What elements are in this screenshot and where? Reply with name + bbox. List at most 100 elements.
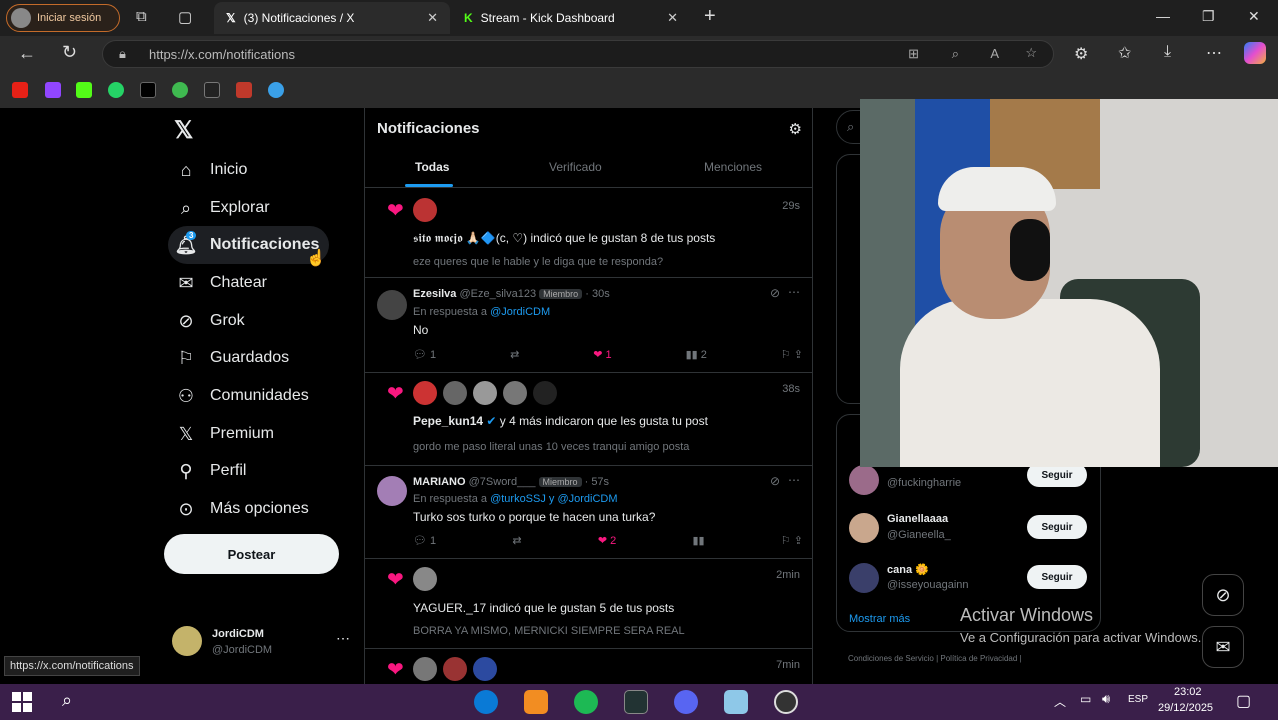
follow-button[interactable]: Seguir: [1027, 515, 1087, 539]
avatar[interactable]: [413, 198, 437, 222]
kick-icon[interactable]: [76, 82, 92, 98]
avatar[interactable]: [413, 381, 437, 405]
cloud-icon[interactable]: [268, 82, 284, 98]
back-icon[interactable]: ←: [18, 43, 36, 64]
list-item[interactable]: ❤ 2min YAGUER._17 indicó que le gustan 5…: [365, 559, 812, 649]
favorite-star-icon[interactable]: ☆: [1025, 45, 1037, 61]
refresh-icon[interactable]: ↻: [62, 42, 77, 63]
reply-button[interactable]: 💬︎ 1: [413, 534, 436, 547]
read-aloud-icon[interactable]: A: [990, 46, 999, 61]
avatar[interactable]: [533, 381, 557, 405]
more-icon[interactable]: ⋯: [788, 473, 800, 487]
avatar[interactable]: [503, 381, 527, 405]
bookmark-red-icon[interactable]: [236, 82, 252, 98]
list-item[interactable]: MARIANO @7Sword___ Miembro · 57s ⊘ ⋯ En …: [365, 466, 812, 559]
app-available-icon[interactable]: ⊞: [908, 46, 919, 62]
tab-kick-dashboard[interactable]: K Stream - Kick Dashboard ✕: [452, 2, 690, 34]
reply-mention[interactable]: @JordiCDM: [490, 306, 550, 318]
list-item[interactable]: Ezesilva @Eze_silva123 Miembro · 30s ⊘ ⋯…: [365, 278, 812, 373]
nav-inicio[interactable]: ⌂ Inicio: [168, 151, 257, 189]
more-icon[interactable]: ⋯: [1206, 43, 1222, 63]
bookmark-icon[interactable]: ⚐: [781, 535, 791, 547]
profile-button[interactable]: Iniciar sesión: [6, 4, 120, 32]
xsplit-icon[interactable]: [624, 690, 648, 714]
list-item[interactable]: ❤ 38s Pepe_kun14 ✔ y 4 más indicaron que…: [365, 373, 812, 466]
footer-link[interactable]: Condiciones de Servicio: [848, 654, 934, 663]
more-icon[interactable]: ⋯: [336, 630, 350, 647]
avatar[interactable]: [413, 657, 437, 681]
like-button[interactable]: ❤ 2: [598, 534, 616, 547]
nav-guardados[interactable]: ⚐ Guardados: [168, 339, 299, 377]
clock-time[interactable]: 23:02: [1174, 686, 1202, 698]
obs-icon[interactable]: [774, 690, 798, 714]
repost-button[interactable]: ⇄: [512, 534, 521, 547]
avatar[interactable]: [443, 657, 467, 681]
tab-verificado[interactable]: Verificado: [549, 160, 602, 174]
avatar[interactable]: [413, 567, 437, 591]
copilot-icon[interactable]: [1244, 42, 1266, 64]
nav-explorar[interactable]: ⌕ Explorar: [168, 189, 280, 227]
youtube-icon[interactable]: [12, 82, 28, 98]
share-icon[interactable]: ⇪: [794, 535, 803, 547]
avatar[interactable]: [377, 290, 407, 320]
list-item[interactable]: ❤ 29s 𝖘𝖎𝖙𝖔 𝖒𝖔𝖈𝖏𝖔 🙏🏻🔷(c, ♡) indicó que le…: [365, 188, 812, 278]
x-logo-icon[interactable]: 𝕏: [174, 116, 193, 145]
views-button[interactable]: ▮▮: [692, 534, 704, 547]
new-tab-icon[interactable]: +: [704, 5, 716, 28]
downloads-icon[interactable]: ⤓: [1164, 43, 1171, 61]
tab-todas[interactable]: Todas: [415, 160, 449, 174]
zoom-icon[interactable]: ⌕: [952, 46, 959, 62]
more-icon[interactable]: ⋯: [788, 285, 800, 299]
post-button[interactable]: Postear: [164, 534, 339, 574]
grok-icon[interactable]: ⊘: [770, 286, 780, 300]
discord-icon[interactable]: [674, 690, 698, 714]
windows-start-icon[interactable]: [12, 692, 32, 712]
whatsapp-icon[interactable]: [108, 82, 124, 98]
bookmark-green-icon[interactable]: [172, 82, 188, 98]
actor-name[interactable]: Pepe_kun14: [413, 414, 483, 428]
avatar[interactable]: [443, 381, 467, 405]
nav-perfil[interactable]: ⚲ Perfil: [168, 452, 256, 490]
language-indicator[interactable]: ESP: [1128, 694, 1148, 705]
nav-premium[interactable]: 𝕏 Premium: [168, 415, 284, 453]
address-bar[interactable]: 🔒︎ https://x.com/notifications ⊞ ⌕ A ☆: [102, 40, 1054, 68]
tray-chevron-icon[interactable]: ︿: [1054, 693, 1066, 710]
tab-x-notifications[interactable]: 𝕏 (3) Notificaciones / X ✕: [214, 2, 450, 34]
minimize-icon[interactable]: —: [1156, 8, 1170, 24]
x-icon[interactable]: [140, 82, 156, 98]
close-tab-icon[interactable]: ✕: [667, 10, 678, 26]
avatar[interactable]: [473, 657, 497, 681]
nav-mas-opciones[interactable]: ⊙ Más opciones: [168, 490, 319, 528]
repost-button[interactable]: ⇄: [510, 348, 519, 361]
follow-button[interactable]: Seguir: [1027, 565, 1087, 589]
spotify-icon[interactable]: [574, 690, 598, 714]
follow-row[interactable]: cana 🌼 @isseyouagainn Seguir: [849, 561, 1099, 601]
bookmark-icon[interactable]: ⚐: [781, 349, 791, 361]
volume-icon[interactable]: 🔊︎: [1102, 691, 1110, 707]
views-button[interactable]: ▮▮ 2: [686, 348, 707, 361]
network-icon[interactable]: ▭: [1080, 692, 1091, 706]
restore-icon[interactable]: ❐: [1202, 8, 1215, 25]
taskbar-search-icon[interactable]: ⌕: [62, 690, 72, 711]
favorites-icon[interactable]: ✩: [1118, 43, 1131, 63]
show-more-link[interactable]: Mostrar más: [849, 613, 910, 625]
like-button[interactable]: ❤ 1: [593, 348, 611, 361]
clock-date[interactable]: 29/12/2025: [1158, 702, 1213, 714]
list-item[interactable]: ❤ 7min: [365, 649, 812, 684]
notepad-icon[interactable]: [724, 690, 748, 714]
tab-menciones[interactable]: Menciones: [704, 160, 762, 174]
follow-row[interactable]: @fuckingharrie Seguir: [849, 461, 1099, 501]
tab-actions-icon[interactable]: ▢: [178, 8, 192, 26]
nav-comunidades[interactable]: ⚇ Comunidades: [168, 377, 319, 415]
avatar[interactable]: [473, 381, 497, 405]
footer-link[interactable]: Política de Privacidad: [940, 654, 1017, 663]
account-switcher[interactable]: JordiCDM @JordiCDM ⋯: [172, 624, 357, 664]
workspaces-icon[interactable]: ⧉: [136, 8, 147, 25]
follow-row[interactable]: Gianellaaaa @Gianeella_ Seguir: [849, 511, 1099, 551]
close-tab-icon[interactable]: ✕: [427, 10, 438, 26]
grok-icon[interactable]: ⊘: [770, 474, 780, 488]
nav-chatear[interactable]: ✉ Chatear: [168, 264, 277, 302]
share-icon[interactable]: ⇪: [794, 349, 803, 361]
edge-icon[interactable]: [474, 690, 498, 714]
reply-button[interactable]: 💬︎ 1: [413, 348, 436, 361]
